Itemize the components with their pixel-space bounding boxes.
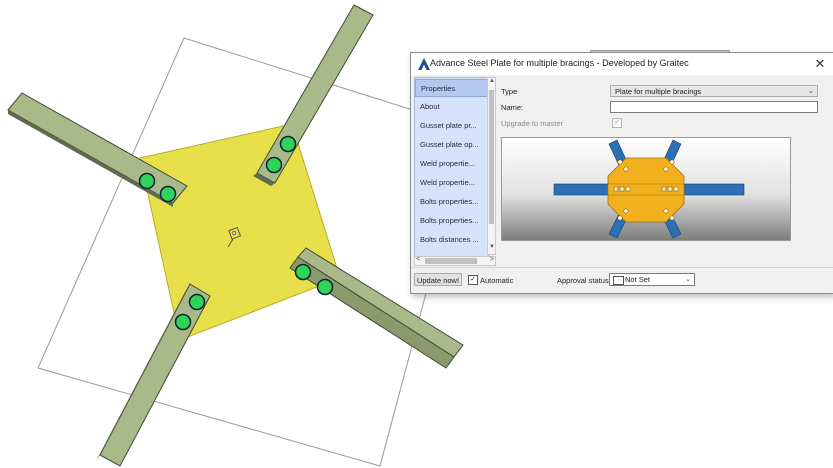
update-now-button[interactable]: Update now!: [414, 273, 462, 286]
automatic-checkbox[interactable]: ✓: [468, 275, 478, 285]
type-dropdown[interactable]: Plate for multiple bracings ⌄: [610, 85, 818, 97]
plate-multiple-bracings-dialog: Advance Steel Plate for multiple bracing…: [410, 52, 833, 294]
upgrade-label: Upgrade to master: [501, 119, 564, 128]
tree-item-gusset-plate-options[interactable]: Gusset plate op...: [415, 136, 488, 154]
bolt-icon: [188, 293, 206, 311]
brace-upper-left[interactable]: [7, 92, 188, 207]
status-swatch-icon: [613, 276, 624, 285]
type-value: Plate for multiple bracings: [615, 87, 702, 96]
tree-item-bolts-distances[interactable]: Bolts distances ...: [415, 231, 488, 249]
brace-upper-right[interactable]: [253, 4, 374, 186]
automatic-label: Automatic: [480, 276, 514, 285]
tree-item-about[interactable]: About: [415, 98, 488, 116]
tree-vertical-scrollbar[interactable]: ▲ ▼: [487, 77, 496, 255]
advance-steel-logo-icon: [418, 58, 430, 70]
tree-item-bolts-properties-1[interactable]: Bolts properties...: [415, 193, 488, 211]
scroll-thumb[interactable]: [489, 90, 494, 224]
approval-status-label: Approval status: [557, 276, 609, 285]
scroll-right-icon[interactable]: >: [490, 256, 494, 263]
tree-item-properties[interactable]: Properties: [415, 79, 488, 97]
approval-status-value: Not Set: [625, 275, 651, 284]
footer-separator: [411, 267, 833, 268]
tree-horizontal-scrollbar[interactable]: < >: [414, 256, 496, 266]
bolt-icon: [294, 263, 312, 281]
bolt-icon: [279, 135, 297, 153]
close-icon[interactable]: ✕: [811, 55, 829, 73]
chevron-down-icon: ⌄: [685, 276, 691, 283]
bolt-icon: [265, 156, 283, 174]
scroll-down-icon[interactable]: ▼: [488, 244, 496, 254]
title-bar[interactable]: Advance Steel Plate for multiple bracing…: [411, 53, 833, 75]
tree-item-gusset-plate-properties[interactable]: Gusset plate pr...: [415, 117, 488, 135]
name-field[interactable]: [610, 101, 818, 113]
scroll-left-icon[interactable]: <: [416, 256, 420, 263]
connection-preview-image: [501, 137, 791, 241]
bolt-icon: [174, 313, 192, 331]
upgrade-checkbox[interactable]: ✓: [612, 118, 622, 128]
name-label: Name:: [501, 103, 524, 112]
category-tree[interactable]: Properties About Gusset plate pr... Guss…: [414, 77, 489, 257]
type-label: Type: [501, 87, 518, 96]
gusset-plate[interactable]: [139, 123, 341, 341]
bolt-icon: [316, 278, 334, 296]
bolt-icon: [138, 172, 156, 190]
dialog-title: Advance Steel Plate for multiple bracing…: [430, 58, 689, 68]
approval-status-dropdown[interactable]: Not Set ⌄: [609, 273, 695, 286]
brace-lower-left[interactable]: [96, 283, 211, 467]
tree-item-weld-properties-2[interactable]: Weld propertie...: [415, 174, 488, 192]
scroll-up-icon[interactable]: ▲: [488, 78, 496, 88]
tree-item-weld-properties-1[interactable]: Weld propertie...: [415, 155, 488, 173]
scroll-thumb[interactable]: [425, 258, 477, 264]
tree-item-bolts-properties-2[interactable]: Bolts properties...: [415, 212, 488, 230]
bolt-icon: [159, 185, 177, 203]
chevron-down-icon: ⌄: [808, 88, 814, 95]
